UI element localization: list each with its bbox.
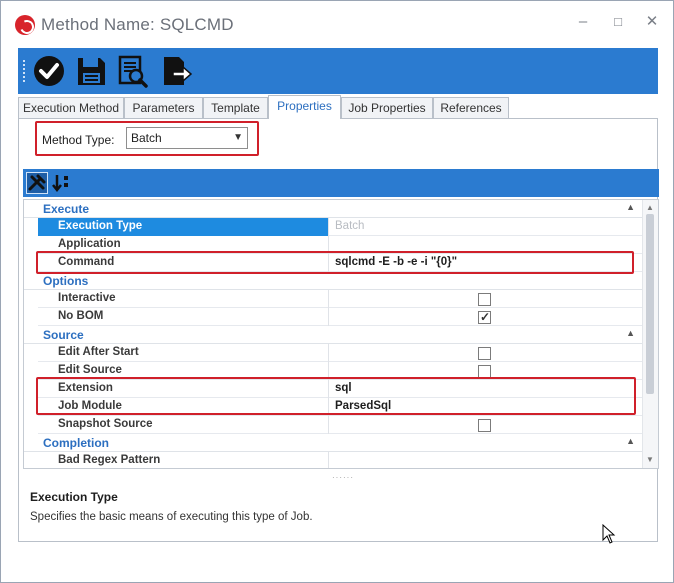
property-row-execution-type[interactable]: Execution Type Batch <box>24 218 643 236</box>
property-row-no-bom[interactable]: No BOM <box>24 308 643 326</box>
category-label: Options <box>43 274 89 288</box>
tab-strip: Execution Method Parameters Template Pro… <box>18 95 658 119</box>
row-gutter <box>24 344 38 362</box>
highlight-extension-job-module <box>36 377 636 415</box>
property-name: Edit After Start <box>38 344 329 362</box>
tab-parameters[interactable]: Parameters <box>124 97 203 119</box>
category-source[interactable]: Source ▲ <box>24 326 643 344</box>
category-label: Completion <box>43 436 109 450</box>
category-label: Execute <box>43 202 90 216</box>
description-text: Specifies the basic means of executing t… <box>30 511 313 523</box>
property-row-snapshot-source[interactable]: Snapshot Source <box>24 416 643 434</box>
properties-panel: Method Type: Batch ▼ Execute ▲ Execution… <box>18 118 659 542</box>
app-logo-icon <box>15 15 35 35</box>
tab-properties[interactable]: Properties <box>268 95 341 119</box>
row-gutter <box>24 308 38 326</box>
save-button[interactable] <box>74 53 108 89</box>
tab-execution-method[interactable]: Execution Method <box>18 97 124 119</box>
main-toolbar <box>18 48 658 94</box>
row-gutter <box>24 452 38 468</box>
category-execute[interactable]: Execute ▲ <box>24 200 643 218</box>
property-grid: Execute ▲ Execution Type Batch Applicati… <box>23 199 659 469</box>
title-bar: Method Name: SQLCMD – □ ✕ <box>1 1 673 45</box>
maximize-button[interactable]: □ <box>607 11 629 33</box>
mouse-cursor-icon <box>602 524 616 544</box>
category-options[interactable]: Options <box>24 272 643 290</box>
edit-after-start-checkbox[interactable] <box>478 347 491 360</box>
property-name: Snapshot Source <box>38 416 329 434</box>
tab-template[interactable]: Template <box>203 97 268 119</box>
collapse-chevron-icon[interactable]: ▲ <box>626 436 635 446</box>
property-grid-toolbar <box>23 169 659 197</box>
scroll-down-arrow-icon[interactable]: ▼ <box>646 455 654 464</box>
property-row-bad-regex-pattern[interactable]: Bad Regex Pattern <box>24 452 643 468</box>
ok-check-button[interactable] <box>32 53 66 89</box>
save-icon <box>78 58 105 85</box>
alphabetical-sort-button[interactable] <box>51 172 73 194</box>
no-bom-checkbox[interactable] <box>478 309 491 326</box>
window-title: Method Name: SQLCMD <box>41 15 234 34</box>
category-completion[interactable]: Completion ▲ <box>24 434 643 452</box>
highlight-method-type <box>35 121 259 156</box>
row-gutter <box>24 416 38 434</box>
categorized-view-button[interactable] <box>26 172 48 194</box>
snapshot-source-checkbox[interactable] <box>478 419 491 432</box>
tab-job-properties[interactable]: Job Properties <box>341 97 433 119</box>
property-value[interactable] <box>330 452 643 468</box>
export-icon <box>164 57 193 85</box>
interactive-checkbox[interactable] <box>478 293 491 306</box>
property-value[interactable]: Batch <box>330 218 643 236</box>
method-editor-window: Method Name: SQLCMD – □ ✕ Execution Meth… <box>0 0 674 583</box>
preview-icon <box>118 55 148 88</box>
minimize-button[interactable]: – <box>572 11 594 33</box>
scroll-up-arrow-icon[interactable]: ▲ <box>646 203 654 212</box>
property-name: Execution Type <box>38 218 329 236</box>
property-grid-scrollbar[interactable]: ▲ ▼ <box>642 200 658 468</box>
close-button[interactable]: ✕ <box>641 11 663 33</box>
collapse-chevron-icon[interactable]: ▲ <box>626 202 635 212</box>
collapse-chevron-icon[interactable]: ▲ <box>626 328 635 338</box>
property-value <box>330 344 643 362</box>
tab-references[interactable]: References <box>433 97 509 119</box>
property-name: Bad Regex Pattern <box>38 452 329 468</box>
toolbar-grip[interactable] <box>23 60 27 82</box>
tools-icon <box>28 174 46 191</box>
property-row-edit-after-start[interactable]: Edit After Start <box>24 344 643 362</box>
category-label: Source <box>43 328 84 342</box>
property-name: Interactive <box>38 290 329 308</box>
preview-button[interactable] <box>115 53 149 89</box>
property-value <box>330 308 643 326</box>
property-name: No BOM <box>38 308 329 326</box>
splitter-grip[interactable]: ······ <box>332 473 354 482</box>
highlight-command <box>36 251 634 274</box>
description-title: Execution Type <box>30 490 118 504</box>
sort-descending-icon <box>52 175 68 193</box>
scrollbar-thumb[interactable] <box>646 214 654 394</box>
property-row-interactive[interactable]: Interactive <box>24 290 643 308</box>
property-value <box>330 416 643 434</box>
row-gutter <box>24 290 38 308</box>
row-gutter <box>24 218 38 236</box>
ok-check-icon <box>34 56 64 86</box>
property-value <box>330 290 643 308</box>
export-button[interactable] <box>159 53 193 89</box>
